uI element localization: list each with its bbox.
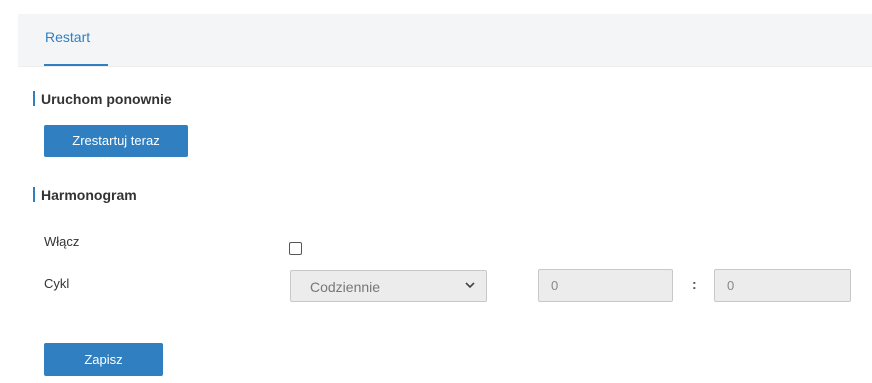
active-tab-indicator: [44, 64, 108, 66]
cycle-select-value: Codziennie: [310, 279, 381, 295]
minute-input[interactable]: 0: [714, 269, 851, 302]
time-separator: :: [692, 276, 697, 292]
cycle-label: Cykl: [44, 276, 70, 291]
section-accent-bar: [33, 91, 35, 106]
cycle-select[interactable]: Codziennie: [290, 270, 487, 302]
restart-page: Restart Uruchom ponownie Zrestartuj tera…: [0, 0, 872, 383]
hour-input-value: 0: [551, 278, 559, 293]
enable-label: Włącz: [44, 234, 80, 249]
enable-checkbox[interactable]: [289, 242, 302, 255]
tab-bar: Restart: [18, 14, 872, 67]
tab-restart[interactable]: Restart: [45, 29, 90, 65]
section-title-schedule: Harmonogram: [33, 187, 137, 203]
section-title-restart: Uruchom ponownie: [33, 91, 172, 107]
hour-input[interactable]: 0: [538, 269, 673, 302]
restart-now-button[interactable]: Zrestartuj teraz: [44, 125, 188, 157]
section-title-schedule-text: Harmonogram: [41, 187, 137, 203]
save-button[interactable]: Zapisz: [44, 343, 163, 376]
section-accent-bar: [33, 187, 35, 202]
section-title-restart-text: Uruchom ponownie: [41, 91, 172, 107]
chevron-down-icon: [465, 282, 475, 289]
minute-input-value: 0: [727, 278, 735, 293]
